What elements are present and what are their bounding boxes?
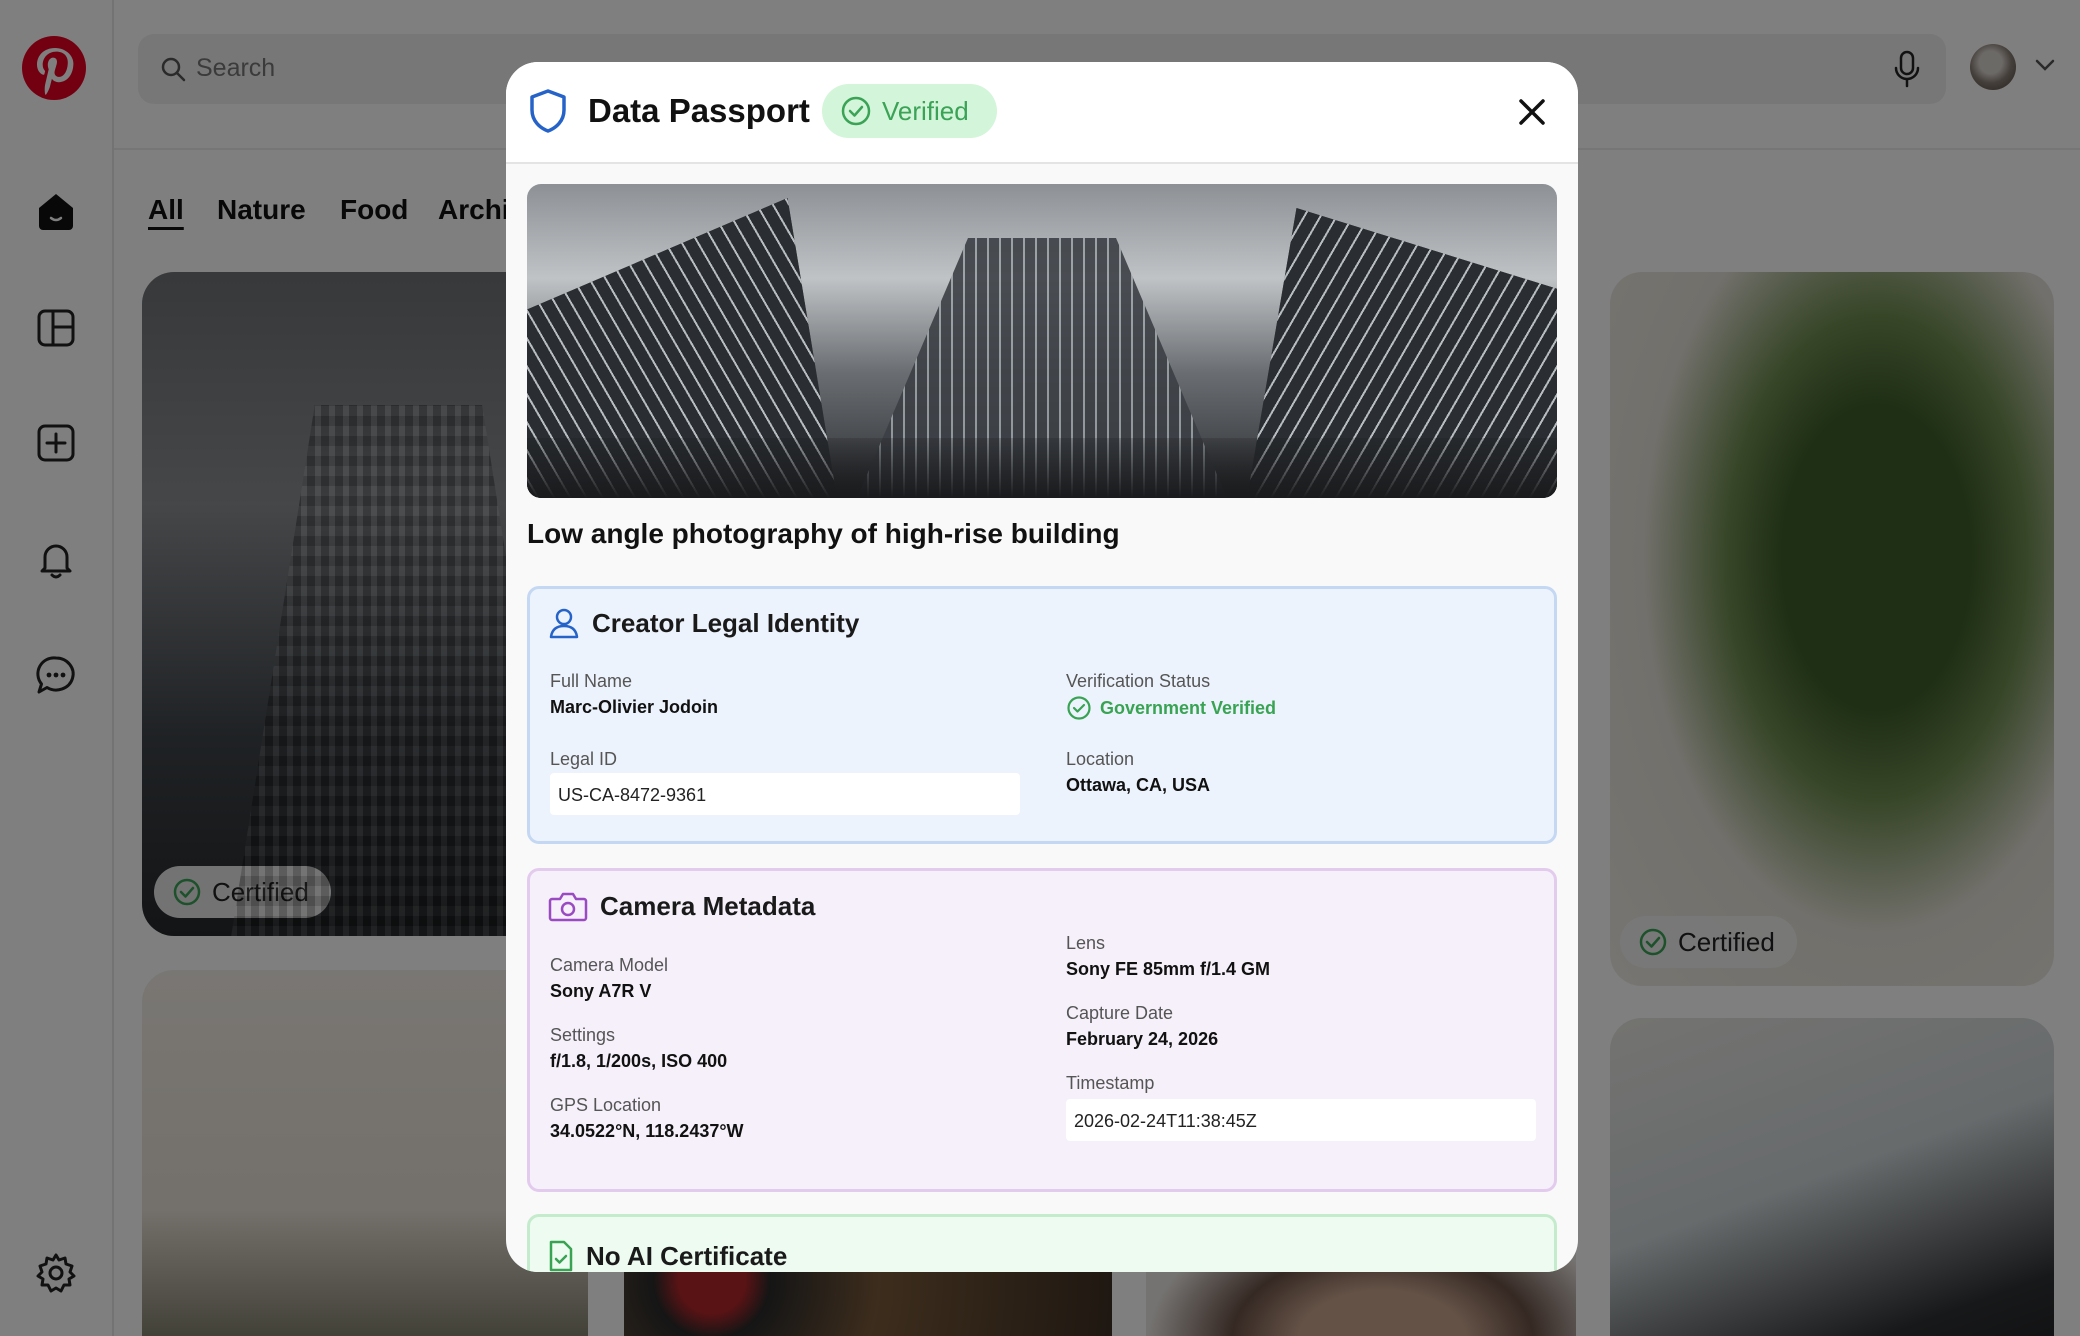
- camera-icon: [548, 892, 588, 922]
- no-ai-certificate-title: No AI Certificate: [586, 1240, 788, 1271]
- verification-status-value: Government Verified: [1066, 695, 1276, 721]
- camera-model-value: Sony A7R V: [550, 981, 652, 1001]
- check-circle-icon: [1067, 696, 1091, 720]
- verified-badge: Verified: [822, 84, 997, 138]
- shield-icon: [528, 88, 568, 139]
- timestamp-label: Timestamp: [1066, 1073, 1155, 1093]
- full-name-label: Full Name: [550, 671, 633, 691]
- user-icon: [549, 608, 579, 639]
- data-passport-modal: Data Passport Verified Low angle photogr…: [506, 62, 1578, 1272]
- modal-title: Data Passport: [588, 92, 810, 129]
- full-name-value: Marc-Olivier Jodoin: [550, 697, 719, 717]
- verification-status-label: Verification Status: [1066, 671, 1211, 691]
- location-label: Location: [1066, 749, 1135, 769]
- capture-date-value: February 24, 2026: [1066, 1029, 1219, 1049]
- camera-model-label: Camera Model: [550, 955, 669, 975]
- close-icon: [1519, 99, 1545, 125]
- photo-title: Low angle photography of high-rise build…: [527, 518, 1120, 549]
- timestamp-field[interactable]: 2026-02-24T11:38:45Z: [1066, 1099, 1536, 1141]
- location-value: Ottawa, CA, USA: [1066, 775, 1211, 795]
- legal-id-field[interactable]: US-CA-8472-9361: [550, 773, 1020, 815]
- lens-label: Lens: [1066, 933, 1106, 953]
- creator-identity-card: Creator Legal Identity Full Name Marc-Ol…: [527, 586, 1557, 844]
- settings-value: f/1.8, 1/200s, ISO 400: [550, 1051, 728, 1071]
- no-ai-certificate-card: No AI Certificate: [527, 1214, 1557, 1272]
- legal-id-label: Legal ID: [550, 749, 618, 769]
- verified-label: Verified: [882, 95, 969, 126]
- no-ai-certificate-heading: No AI Certificate: [548, 1239, 787, 1272]
- camera-metadata-heading: Camera Metadata: [548, 889, 815, 923]
- verification-status-text: Government Verified: [1100, 697, 1277, 718]
- check-circle-icon: [841, 96, 871, 126]
- gps-location-label: GPS Location: [550, 1095, 662, 1115]
- modal-header: Data Passport Verified: [506, 62, 1578, 164]
- creator-identity-title: Creator Legal Identity: [592, 607, 860, 638]
- creator-identity-heading: Creator Legal Identity: [548, 607, 859, 639]
- lens-value: Sony FE 85mm f/1.4 GM: [1066, 959, 1271, 979]
- capture-date-label: Capture Date: [1066, 1003, 1174, 1023]
- settings-label: Settings: [550, 1025, 616, 1045]
- photo-street-level: [527, 438, 1557, 498]
- close-button[interactable]: [1512, 92, 1552, 132]
- camera-metadata-title: Camera Metadata: [600, 890, 816, 921]
- certificate-document-icon: [549, 1240, 573, 1272]
- camera-metadata-card: Camera Metadata Camera Model Sony A7R V …: [527, 868, 1557, 1192]
- gps-location-value: 34.0522°N, 118.2437°W: [550, 1121, 744, 1141]
- passport-photo: [527, 184, 1557, 498]
